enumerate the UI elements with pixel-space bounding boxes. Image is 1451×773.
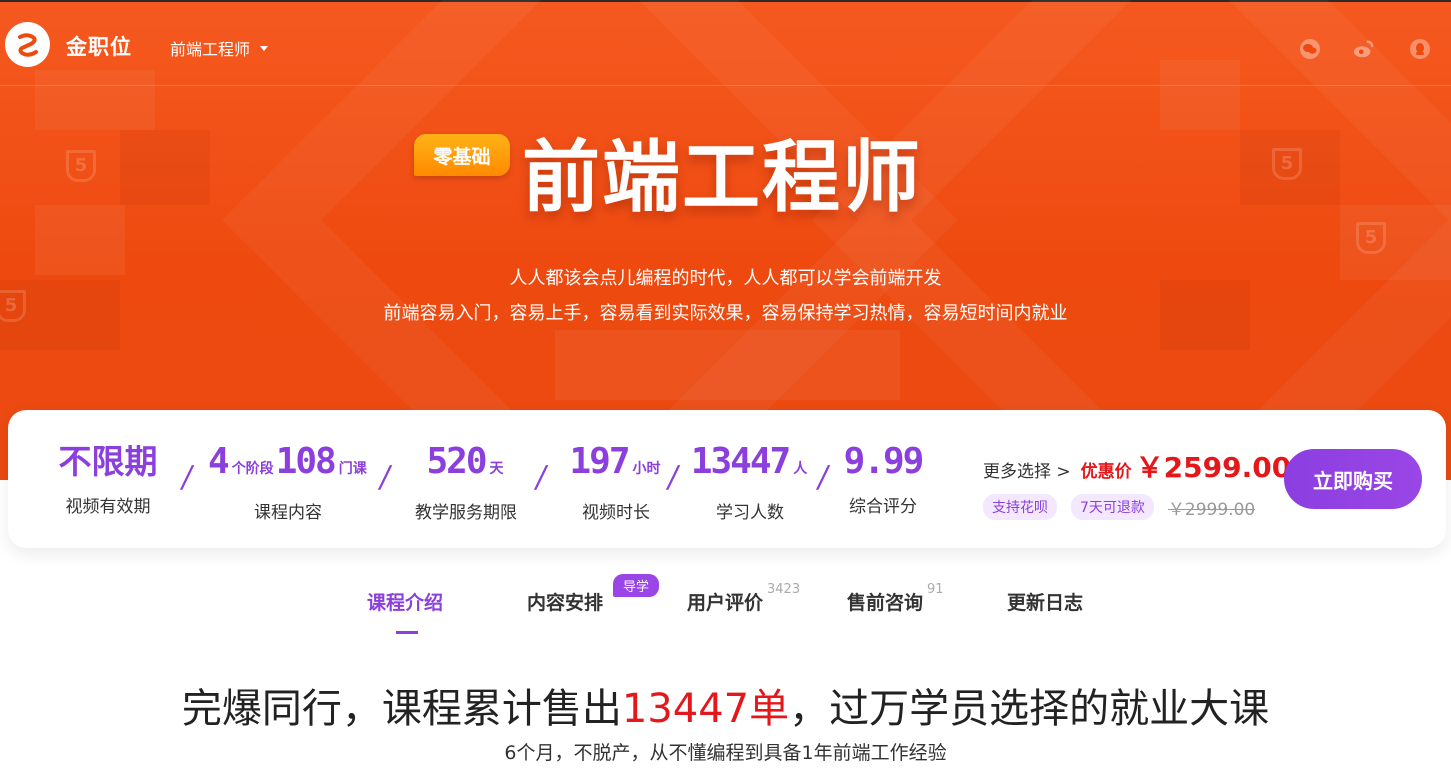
top-nav: 金职位 前端工程师 xyxy=(0,2,1451,86)
decor-block xyxy=(120,130,210,205)
stat-content-value: 4 个阶段108 门课 xyxy=(208,440,368,490)
presale-count: 91 xyxy=(927,582,944,597)
price-area: 更多选择 > 优惠价 ￥2599.00 支持花呗 7天可退款 ￥2999.00 xyxy=(983,446,1291,520)
stat-validity-value: 不限期 xyxy=(58,442,158,481)
discount-label: 优惠价 xyxy=(1080,462,1132,482)
stat-duration-unit: 小时 xyxy=(632,460,661,476)
stat-service-unit: 天 xyxy=(489,460,504,476)
active-tab-indicator xyxy=(396,631,418,634)
stat-service-number: 520 xyxy=(426,441,487,482)
tab-presale-consult[interactable]: 售前咨询 91 xyxy=(847,582,944,615)
guide-badge: 导学 xyxy=(613,574,660,597)
decor-block xyxy=(555,330,900,400)
course-selector-label: 前端工程师 xyxy=(170,40,251,59)
stat-rating: 9.99 综合评分 xyxy=(838,440,928,517)
stat-divider: / xyxy=(376,460,394,495)
more-choice-label: 更多选择 > xyxy=(983,462,1071,482)
stat-lessons-unit: 门课 xyxy=(338,460,367,476)
stat-rating-value: 9.99 xyxy=(843,441,925,482)
zero-basis-badge: 零基础 xyxy=(414,134,510,176)
stat-rating-label: 综合评分 xyxy=(849,497,917,517)
tab-presale-consult-label: 售前咨询 xyxy=(847,592,924,614)
hero-banner: 5 5 5 5 金职位 前端工程师 零基础 前端工程师 人人都该会点儿编程的时代… xyxy=(0,0,1451,480)
chevron-down-icon xyxy=(260,45,269,51)
stat-divider: / xyxy=(532,460,550,495)
brand-name[interactable]: 金职位 xyxy=(66,31,132,61)
price-tags: 支持花呗 7天可退款 ￥2999.00 xyxy=(983,494,1291,520)
qq-icon[interactable] xyxy=(1409,38,1431,60)
more-choice-link[interactable]: 更多选择 > 优惠价 ￥2599.00 xyxy=(983,446,1291,486)
stat-divider: / xyxy=(814,460,832,495)
discount-price: ￥2599.00 xyxy=(1135,451,1292,484)
stat-course-content: 4 个阶段108 门课 课程内容 xyxy=(208,440,368,523)
stat-lessons-number: 108 xyxy=(275,441,337,482)
sales-subline: 6个月，不脱产，从不懂编程到具备1年前端工作经验 xyxy=(504,742,947,764)
sales-headline: 完爆同行，课程累计售出13447单，过万学员选择的就业大课 xyxy=(0,676,1451,734)
course-selector-dropdown[interactable]: 前端工程师 xyxy=(170,36,269,60)
stat-content-label: 课程内容 xyxy=(254,503,322,523)
hero-subtitle-line1: 人人都该会点儿编程的时代，人人都可以学会前端开发 xyxy=(509,268,942,289)
refund-tag: 7天可退款 xyxy=(1071,494,1154,520)
headline-prefix: 完爆同行，课程累计售出 xyxy=(181,686,622,732)
stat-validity-label: 视频有效期 xyxy=(65,497,151,517)
stat-learners-value: 13447 人 xyxy=(690,440,810,490)
hero-title: 前端工程师 xyxy=(522,133,923,223)
logo-icon[interactable] xyxy=(5,22,50,67)
stat-validity: 不限期 视频有效期 xyxy=(53,440,163,517)
html5-icon: 5 xyxy=(66,150,96,182)
original-price: ￥2999.00 xyxy=(1167,499,1256,520)
stat-learners-number: 13447 xyxy=(690,441,791,482)
headline-suffix: ，过万学员选择的就业大课 xyxy=(789,686,1270,732)
wechat-icon[interactable] xyxy=(1299,38,1321,60)
huabei-tag: 支持花呗 xyxy=(983,494,1057,520)
stat-learners-unit: 人 xyxy=(793,460,808,476)
stat-duration-label: 视频时长 xyxy=(582,503,650,523)
tab-course-intro[interactable]: 课程介绍 xyxy=(367,588,443,615)
tab-user-reviews-label: 用户评价 xyxy=(687,592,764,614)
weibo-icon[interactable] xyxy=(1353,38,1375,60)
stat-divider: / xyxy=(178,460,196,495)
headline-number: 13447单 xyxy=(621,686,790,732)
buy-now-button[interactable]: 立即购买 xyxy=(1284,449,1422,509)
course-stats-card: 不限期 视频有效期 / 4 个阶段108 门课 课程内容 / 520 天 教学服务期限… xyxy=(8,410,1446,548)
stat-duration-number: 197 xyxy=(569,441,630,482)
tab-content-schedule-label: 内容安排 xyxy=(527,592,604,614)
stat-stages-unit: 个阶段 xyxy=(231,460,274,476)
tab-content-schedule[interactable]: 内容安排 导学 xyxy=(527,574,660,615)
html5-icon: 5 xyxy=(1356,222,1386,254)
stat-duration-value: 197 小时 xyxy=(556,440,676,490)
stat-stages-number: 4 xyxy=(208,441,230,482)
stat-service-value: 520 天 xyxy=(406,440,526,490)
hero-subtitle-line2: 前端容易入门，容易上手，容易看到实际效果，容易保持学习热情，容易短时间内就业 xyxy=(383,303,1068,324)
stat-service-label: 教学服务期限 xyxy=(415,503,517,523)
reviews-count: 3423 xyxy=(767,582,801,597)
html5-icon: 5 xyxy=(1272,148,1302,180)
stat-service-period: 520 天 教学服务期限 xyxy=(406,440,526,523)
course-tabs: 课程介绍 内容安排 导学 用户评价 3423 售前咨询 91 更新日志 xyxy=(0,574,1451,638)
stat-learners: 13447 人 学习人数 xyxy=(690,440,810,523)
tab-user-reviews[interactable]: 用户评价 3423 xyxy=(687,582,800,615)
tab-changelog[interactable]: 更新日志 xyxy=(1007,588,1083,615)
stat-video-duration: 197 小时 视频时长 xyxy=(556,440,676,523)
stat-learners-label: 学习人数 xyxy=(716,503,784,523)
